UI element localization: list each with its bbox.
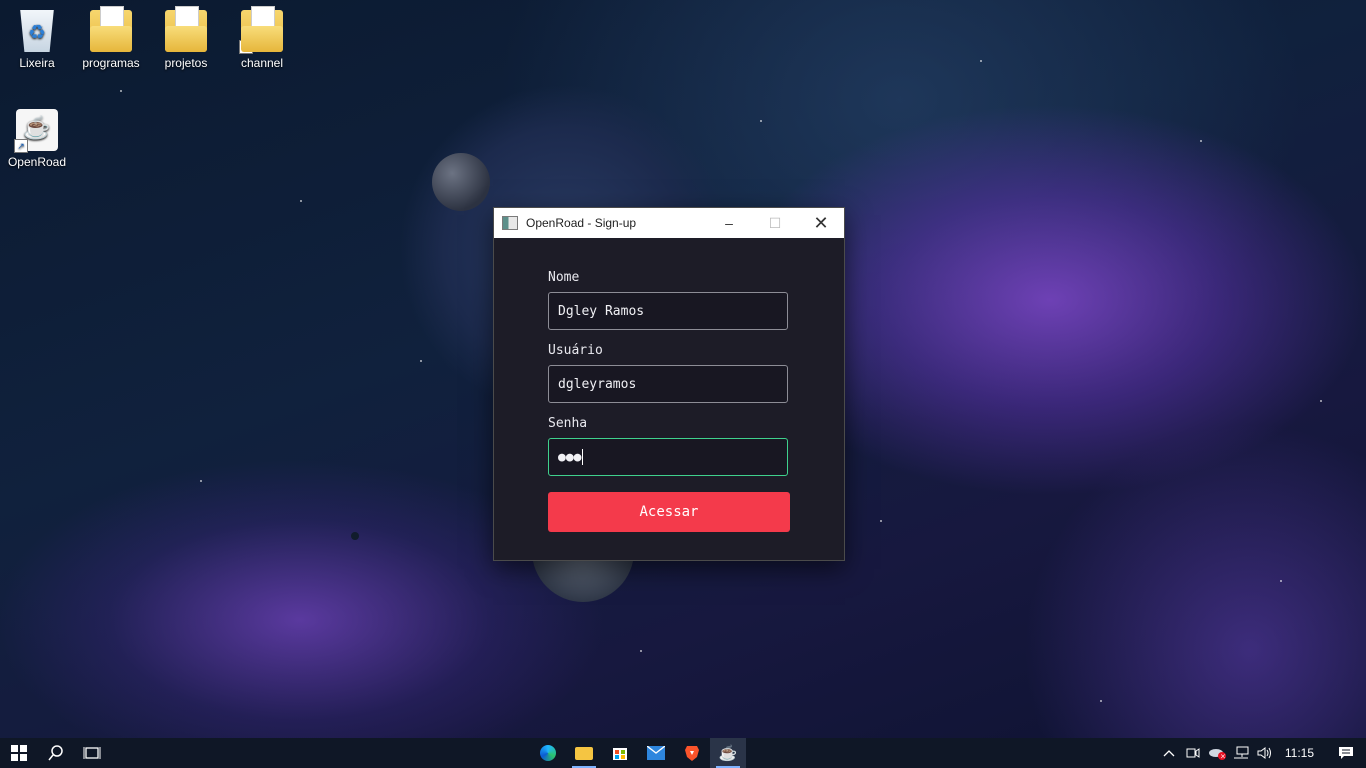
- meet-now-button[interactable]: [1181, 738, 1205, 768]
- username-label: Usuário: [548, 343, 603, 358]
- pinned-apps: ☕: [530, 738, 746, 768]
- signup-form: Nome Dgley Ramos Usuário dgleyramos Senh…: [548, 270, 790, 532]
- username-input[interactable]: dgleyramos: [548, 365, 788, 403]
- system-tray: × 11:15: [1157, 738, 1366, 768]
- taskbar: ☕ × 11:15: [0, 738, 1366, 768]
- signup-window: OpenRoad - Sign-up – ☐ ✕ Nome Dgley Ramo…: [493, 207, 845, 561]
- brave-lion-icon: [685, 746, 699, 761]
- taskbar-mail[interactable]: [638, 738, 674, 768]
- action-center-button[interactable]: [1326, 738, 1366, 768]
- java-icon: ☕ ↗: [14, 109, 58, 153]
- title-bar[interactable]: OpenRoad - Sign-up – ☐ ✕: [494, 208, 844, 238]
- desktop-icon-projetos[interactable]: projetos: [151, 6, 221, 70]
- maximize-button[interactable]: ☐: [752, 208, 798, 238]
- recycle-bin-icon: ♻: [20, 10, 54, 52]
- desktop-icon-label: projetos: [164, 56, 208, 70]
- desktop-icon-label: programas: [82, 56, 140, 70]
- folder-icon: [90, 6, 132, 52]
- shortcut-arrow-icon: ↗: [239, 40, 253, 54]
- name-input[interactable]: Dgley Ramos: [548, 292, 788, 330]
- name-label: Nome: [548, 270, 580, 285]
- shortcut-arrow-icon: ↗: [14, 139, 28, 153]
- name-input-value: Dgley Ramos: [558, 303, 645, 319]
- java-icon: ☕: [718, 745, 738, 762]
- small-moon: [432, 153, 490, 211]
- speaker-icon: [1257, 747, 1271, 759]
- taskbar-brave[interactable]: [674, 738, 710, 768]
- submit-button[interactable]: Acessar: [548, 492, 790, 532]
- password-input[interactable]: ●●●: [548, 438, 788, 476]
- desktop-icon-label: Lixeira: [19, 56, 55, 70]
- desktop-icon-label: OpenRoad: [7, 155, 67, 169]
- desktop-icon-label: channel: [240, 56, 284, 70]
- taskbar-clock[interactable]: 11:15: [1285, 746, 1314, 760]
- desktop-icon-channel[interactable]: ↗ channel: [227, 6, 297, 70]
- taskbar-java-app[interactable]: ☕: [710, 738, 746, 768]
- folder-icon: [165, 6, 207, 52]
- desktop-icon-recycle-bin[interactable]: ♻ Lixeira: [2, 10, 72, 70]
- mail-icon: [647, 746, 665, 760]
- username-input-value: dgleyramos: [558, 376, 637, 392]
- minimize-button[interactable]: –: [706, 208, 752, 238]
- desktop-icon-programas[interactable]: programas: [76, 6, 146, 70]
- store-icon: [613, 748, 627, 760]
- folder-icon: [575, 746, 593, 760]
- network-button[interactable]: [1229, 738, 1253, 768]
- onedrive-button[interactable]: ×: [1205, 738, 1229, 768]
- notification-icon: [1339, 747, 1353, 759]
- volume-button[interactable]: [1253, 738, 1277, 768]
- taskbar-file-explorer[interactable]: [566, 738, 602, 768]
- text-caret: [582, 449, 584, 465]
- tiny-moon: [351, 532, 359, 540]
- network-icon: [1233, 746, 1249, 759]
- folder-shortcut-icon: ↗: [239, 6, 283, 54]
- cloud-error-icon: ×: [1208, 749, 1226, 761]
- desktop-icon-openroad[interactable]: ☕ ↗ OpenRoad: [2, 109, 72, 169]
- start-button[interactable]: [0, 738, 38, 768]
- window-title: OpenRoad - Sign-up: [526, 216, 637, 230]
- search-icon: [48, 745, 63, 761]
- task-view-button[interactable]: [74, 738, 110, 768]
- taskbar-edge[interactable]: [530, 738, 566, 768]
- password-input-value: ●●●: [558, 449, 582, 465]
- search-button[interactable]: [38, 738, 74, 768]
- password-label: Senha: [548, 416, 588, 431]
- chevron-up-icon: [1163, 750, 1175, 757]
- edge-icon: [540, 745, 556, 761]
- close-button[interactable]: ✕: [798, 208, 844, 238]
- svg-text:×: ×: [1220, 753, 1226, 761]
- windows-logo-icon: [11, 745, 27, 761]
- app-window-icon: [502, 216, 518, 230]
- show-hidden-icons-button[interactable]: [1157, 738, 1181, 768]
- taskbar-store[interactable]: [602, 738, 638, 768]
- task-view-icon: [83, 747, 101, 759]
- camera-icon: [1186, 748, 1200, 758]
